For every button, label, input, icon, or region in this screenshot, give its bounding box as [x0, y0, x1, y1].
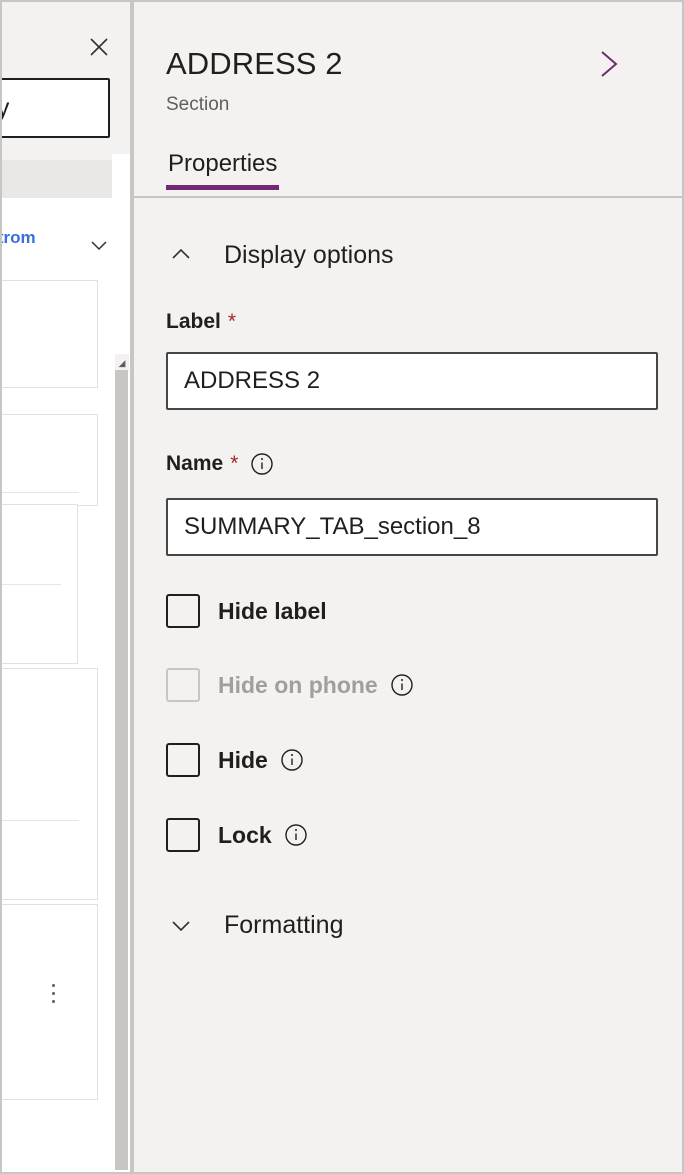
info-icon[interactable]	[390, 673, 414, 697]
canvas-ghost-card	[2, 280, 98, 388]
canvas-ghost-divider	[2, 820, 79, 821]
chevron-down-icon[interactable]	[86, 232, 112, 258]
section-header-formatting[interactable]: Formatting	[166, 910, 343, 940]
canvas-ghost-divider	[2, 584, 61, 585]
checkbox-hide-on-phone	[166, 668, 200, 702]
panel-body: Display options Label * Name *	[134, 198, 682, 1172]
checkbox-row-lock[interactable]: Lock	[166, 818, 308, 852]
tab-properties-label: Properties	[168, 150, 277, 177]
form-canvas-partial: nsity dstrom	[2, 2, 130, 1172]
label-field-label: Label *	[166, 310, 236, 334]
chevron-up-icon	[166, 240, 196, 270]
checkbox-label-hide: Hide	[218, 747, 268, 774]
page-subtitle: Section	[166, 94, 229, 116]
section-title-formatting: Formatting	[224, 911, 343, 940]
panel-header: ADDRESS 2 Section Properties	[134, 2, 682, 198]
chevron-right-icon[interactable]	[592, 44, 626, 84]
properties-panel: ADDRESS 2 Section Properties	[134, 2, 682, 1172]
section-header-display-options[interactable]: Display options	[166, 240, 394, 270]
record-link-text: dstrom	[2, 228, 36, 248]
info-icon[interactable]	[280, 748, 304, 772]
checkbox-hide[interactable]	[166, 743, 200, 777]
label-required-marker: *	[228, 310, 236, 334]
checkbox-lock[interactable]	[166, 818, 200, 852]
close-icon[interactable]	[86, 34, 112, 60]
checkbox-label-hide-on-phone: Hide on phone	[218, 672, 378, 699]
checkbox-hide-label[interactable]	[166, 594, 200, 628]
section-title-display-options: Display options	[224, 241, 394, 270]
panel-tabstrip: Properties	[166, 150, 279, 198]
checkbox-row-hide[interactable]: Hide	[166, 743, 304, 777]
checkbox-label-lock: Lock	[218, 822, 272, 849]
name-input[interactable]	[166, 498, 658, 556]
info-icon[interactable]	[284, 823, 308, 847]
label-field-label-text: Label	[166, 310, 221, 334]
info-icon[interactable]	[250, 452, 274, 476]
canvas-ghost-card	[2, 668, 98, 900]
label-input[interactable]	[166, 352, 658, 410]
checkbox-row-hide-on-phone: Hide on phone	[166, 668, 414, 702]
checkbox-row-hide-label[interactable]: Hide label	[166, 594, 327, 628]
more-vertical-icon[interactable]	[47, 984, 59, 1008]
name-required-marker: *	[230, 452, 238, 476]
form-designer-window: nsity dstrom	[0, 0, 684, 1174]
canvas-toolbar-band	[2, 160, 130, 198]
chevron-down-icon	[166, 910, 196, 940]
tab-properties[interactable]: Properties	[166, 150, 279, 190]
canvas-scrollbar-thumb[interactable]	[115, 370, 128, 1170]
canvas-form-area: dstrom	[2, 198, 130, 1172]
checkbox-label-hide-label: Hide label	[218, 598, 327, 625]
tab-selected-underline	[166, 185, 279, 190]
record-link-row[interactable]: dstrom	[2, 218, 130, 268]
page-title: ADDRESS 2	[166, 46, 343, 82]
density-field-value: nsity	[2, 94, 9, 123]
density-field[interactable]: nsity	[2, 78, 110, 138]
canvas-ghost-divider	[2, 492, 79, 493]
name-field-label-text: Name	[166, 452, 223, 476]
name-field-label: Name *	[166, 452, 274, 476]
